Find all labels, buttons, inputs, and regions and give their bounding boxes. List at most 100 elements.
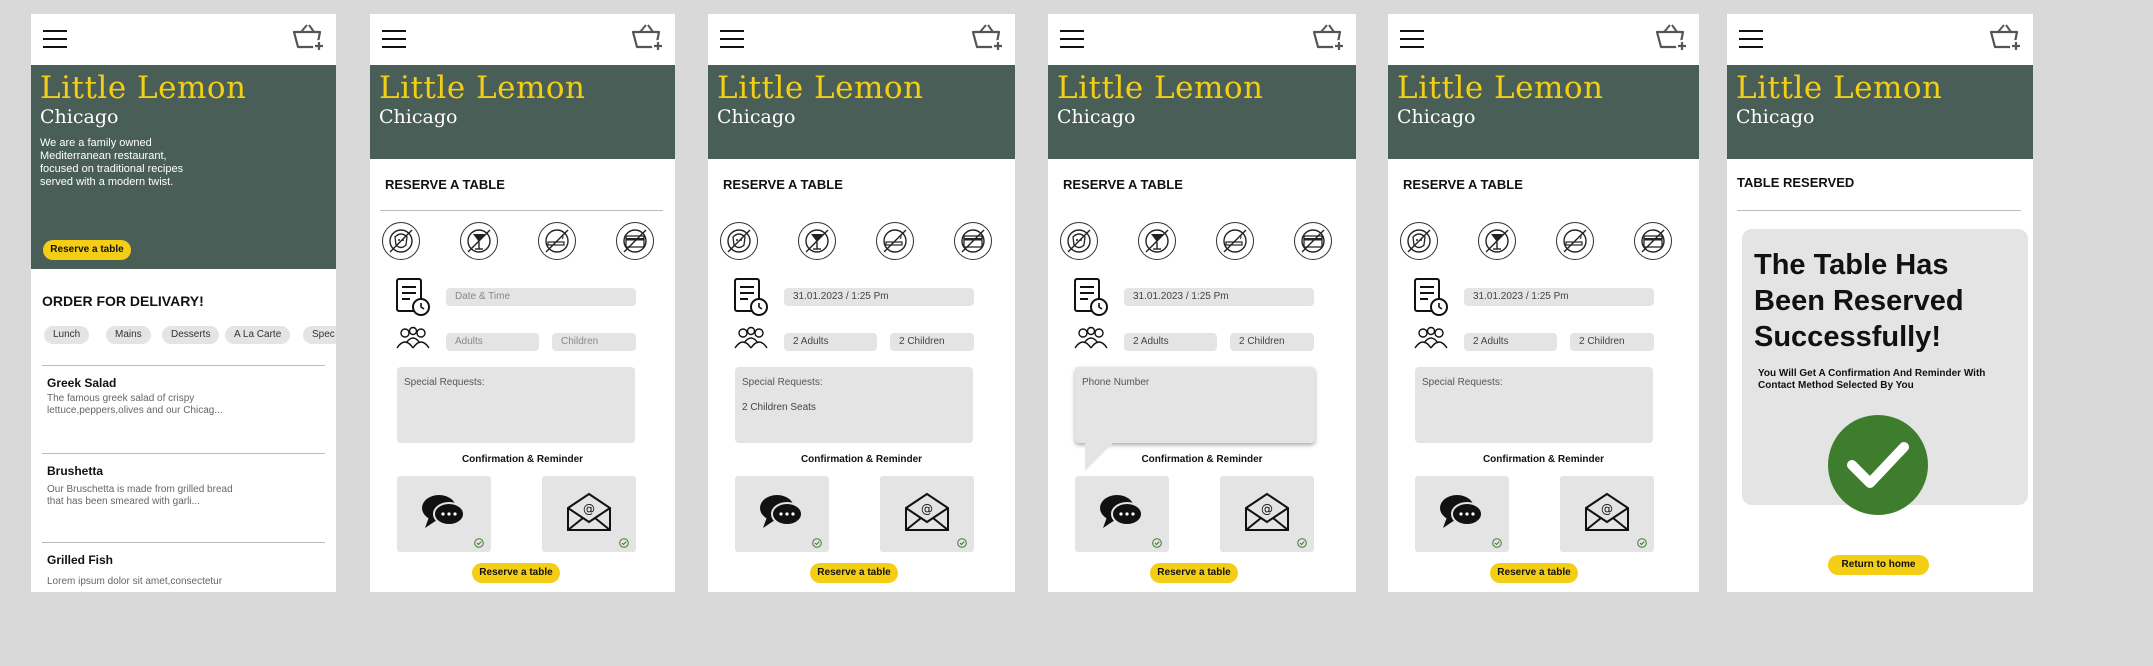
email-method-option[interactable]: @ bbox=[880, 476, 974, 552]
children-field[interactable]: 2 Children bbox=[890, 333, 974, 351]
check-icon bbox=[957, 538, 967, 548]
special-requests-field[interactable]: Special Requests: bbox=[1415, 367, 1653, 443]
adults-field[interactable]: Adults bbox=[446, 333, 539, 351]
brand-city: Chicago bbox=[717, 106, 796, 128]
date-time-field[interactable]: Date & Time bbox=[446, 288, 636, 306]
adults-field[interactable]: 2 Adults bbox=[1464, 333, 1557, 351]
email-icon: @ bbox=[567, 492, 611, 531]
reserve-screen: Little Lemon Chicago RESERVE A TABLE 31.01.… bbox=[1048, 14, 1356, 592]
chat-method-option[interactable] bbox=[397, 476, 491, 552]
reserve-table-button[interactable]: Reserve a table bbox=[1150, 563, 1238, 583]
children-field[interactable]: Children bbox=[552, 333, 636, 351]
brand-title: Little Lemon bbox=[379, 70, 586, 106]
chat-method-option[interactable] bbox=[1415, 476, 1509, 552]
adults-field[interactable]: 2 Adults bbox=[784, 333, 877, 351]
calendar-icon bbox=[396, 278, 430, 316]
no-alcohol-icon[interactable] bbox=[1478, 222, 1516, 260]
basket-icon[interactable] bbox=[1989, 23, 2023, 53]
return-home-button[interactable]: Return to home bbox=[1828, 555, 1929, 575]
date-time-field[interactable]: 31.01.2023 / 1:25 Pm bbox=[1464, 288, 1654, 306]
chat-icon bbox=[1100, 495, 1143, 528]
chat-method-option[interactable] bbox=[1075, 476, 1169, 552]
category-chip-lunch[interactable]: Lunch bbox=[44, 326, 90, 344]
top-bar bbox=[708, 14, 1015, 65]
no-card-icon[interactable] bbox=[1294, 222, 1332, 260]
no-pets-icon[interactable] bbox=[1400, 222, 1438, 260]
check-icon bbox=[812, 538, 822, 548]
check-icon bbox=[619, 538, 629, 548]
page-title: RESERVE A TABLE bbox=[1063, 177, 1183, 192]
reserve-table-button[interactable]: Reserve a table bbox=[472, 563, 560, 583]
success-card: The Table Has Been Reserved Successfully… bbox=[1742, 229, 2028, 515]
special-requests-field[interactable]: Special Requests: 2 Children Seats bbox=[735, 367, 973, 443]
reserve-table-button[interactable]: Reserve a table bbox=[1490, 563, 1578, 583]
no-card-icon[interactable] bbox=[1634, 222, 1672, 260]
basket-icon[interactable] bbox=[971, 23, 1005, 53]
no-pets-icon[interactable] bbox=[720, 222, 758, 260]
no-smoking-icon[interactable] bbox=[1556, 222, 1594, 260]
basket-icon[interactable] bbox=[1312, 23, 1346, 53]
success-headline: The Table Has Been Reserved Successfully… bbox=[1754, 249, 1964, 353]
menu-icon[interactable] bbox=[382, 30, 406, 49]
email-method-option[interactable]: @ bbox=[1560, 476, 1654, 552]
phone-number-popup[interactable]: Phone Number bbox=[1075, 367, 1315, 471]
category-chip-mains[interactable]: Mains bbox=[106, 326, 151, 344]
reserve-table-button[interactable]: Reserve a table bbox=[810, 563, 898, 583]
brand-title: Little Lemon bbox=[717, 70, 924, 106]
menu-icon[interactable] bbox=[43, 30, 67, 49]
email-method-option[interactable]: @ bbox=[1220, 476, 1314, 552]
email-icon: @ bbox=[1245, 492, 1289, 531]
special-requests-label: Special Requests: bbox=[742, 377, 823, 388]
children-field[interactable]: 2 Children bbox=[1570, 333, 1654, 351]
chat-method-option[interactable] bbox=[735, 476, 829, 552]
email-method-option[interactable]: @ bbox=[542, 476, 636, 552]
special-requests-field[interactable]: Special Requests: bbox=[397, 367, 635, 443]
no-card-icon[interactable] bbox=[616, 222, 654, 260]
category-chip-desserts[interactable]: Desserts bbox=[162, 326, 220, 344]
phone-number-label: Phone Number bbox=[1082, 377, 1150, 388]
no-alcohol-icon[interactable] bbox=[1138, 222, 1176, 260]
adults-field[interactable]: 2 Adults bbox=[1124, 333, 1217, 351]
reserve-table-button[interactable]: Reserve a table bbox=[43, 240, 131, 260]
dish-description: Lorem ipsum dolor sit amet,consectetur bbox=[47, 576, 223, 587]
menu-icon[interactable] bbox=[720, 30, 744, 49]
home-screen: Little Lemon Chicago We are a family own… bbox=[31, 14, 336, 592]
calendar-icon bbox=[1414, 278, 1448, 316]
hero-banner: Little Lemon Chicago bbox=[1727, 65, 2033, 159]
no-card-icon[interactable] bbox=[954, 222, 992, 260]
confirmation-label: Confirmation & Reminder bbox=[800, 454, 923, 465]
no-pets-icon[interactable] bbox=[382, 222, 420, 260]
no-pets-icon[interactable] bbox=[1060, 222, 1098, 260]
special-requests-value: 2 Children Seats bbox=[742, 402, 816, 413]
no-alcohol-icon[interactable] bbox=[460, 222, 498, 260]
page-title: RESERVE A TABLE bbox=[723, 177, 843, 192]
basket-icon[interactable] bbox=[631, 23, 665, 53]
date-time-field[interactable]: 31.01.2023 / 1:25 Pm bbox=[784, 288, 974, 306]
top-bar bbox=[1048, 14, 1356, 65]
order-title: ORDER FOR DELIVARY! bbox=[42, 293, 204, 309]
category-chip-specials[interactable]: Spec bbox=[303, 326, 336, 344]
dish-name[interactable]: Brushetta bbox=[47, 464, 103, 478]
dish-name[interactable]: Greek Salad bbox=[47, 376, 116, 390]
no-smoking-icon[interactable] bbox=[1216, 222, 1254, 260]
children-field[interactable]: 2 Children bbox=[1230, 333, 1314, 351]
no-alcohol-icon[interactable] bbox=[798, 222, 836, 260]
menu-icon[interactable] bbox=[1400, 30, 1424, 49]
reserve-screen: Little Lemon Chicago RESERVE A TABLE 31.01.… bbox=[708, 14, 1015, 592]
no-smoking-icon[interactable] bbox=[538, 222, 576, 260]
date-time-field[interactable]: 31.01.2023 / 1:25 Pm bbox=[1124, 288, 1314, 306]
brand-city: Chicago bbox=[1057, 106, 1136, 128]
top-bar bbox=[370, 14, 675, 65]
check-icon bbox=[1152, 538, 1162, 548]
brand-title: Little Lemon bbox=[40, 70, 247, 106]
basket-icon[interactable] bbox=[1655, 23, 1689, 53]
menu-icon[interactable] bbox=[1060, 30, 1084, 49]
dish-name[interactable]: Grilled Fish bbox=[47, 553, 113, 567]
menu-icon[interactable] bbox=[1739, 30, 1763, 49]
category-chip-a-la-carte[interactable]: A La Carte bbox=[225, 326, 291, 344]
hero-banner: Little Lemon Chicago bbox=[1388, 65, 1699, 159]
hero-banner: Little Lemon Chicago We are a family own… bbox=[31, 65, 336, 269]
top-bar bbox=[1727, 14, 2033, 65]
no-smoking-icon[interactable] bbox=[876, 222, 914, 260]
basket-icon[interactable] bbox=[292, 23, 326, 53]
